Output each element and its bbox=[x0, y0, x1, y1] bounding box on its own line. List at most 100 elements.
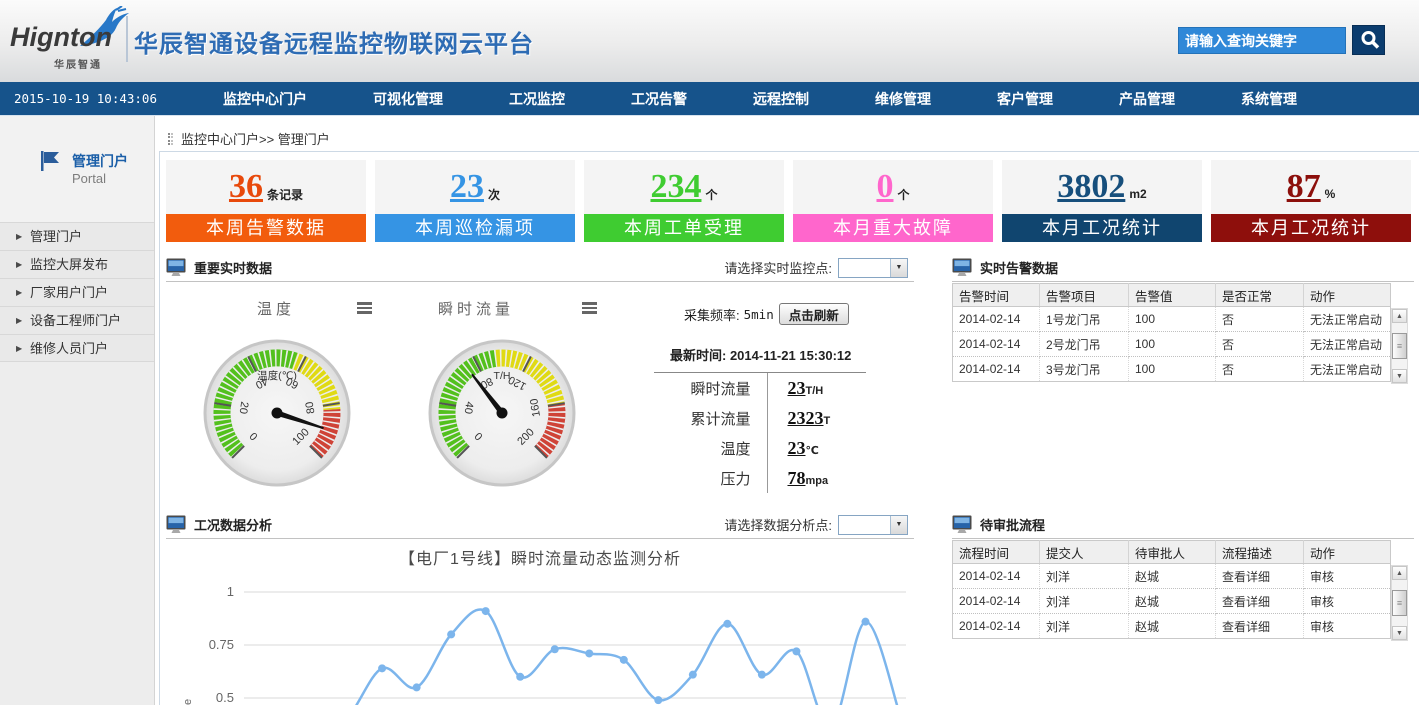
stat-label-banner[interactable]: 本周告警数据 bbox=[166, 214, 366, 242]
action-link[interactable]: 审核 bbox=[1304, 614, 1391, 639]
portal-title: 管理门户 bbox=[72, 151, 128, 171]
search-button[interactable] bbox=[1352, 25, 1385, 55]
sidebar-item-5[interactable]: ▶维修人员门户 bbox=[0, 334, 154, 362]
sidebar-item-4[interactable]: ▶设备工程师门户 bbox=[0, 306, 154, 334]
svg-text:0.75: 0.75 bbox=[209, 637, 234, 652]
sidebar-portal-header: 管理门户 Portal bbox=[0, 116, 154, 222]
stat-value-area: 234个 bbox=[584, 160, 784, 214]
table-cell: 2014-02-14 bbox=[953, 332, 1040, 357]
logo: Hignton 华辰智通 bbox=[10, 6, 125, 76]
flow-line-chart: 10.750.5value bbox=[166, 568, 914, 705]
scroll-up-icon[interactable]: ▲ bbox=[1392, 309, 1407, 323]
stat-unit: % bbox=[1325, 187, 1336, 201]
table-cell: 2014-02-14 bbox=[953, 614, 1040, 639]
action-link[interactable]: 查看详细 bbox=[1216, 589, 1304, 614]
reading-value: 78mpa bbox=[767, 463, 877, 493]
reading-row: 瞬时流量23T/H bbox=[654, 373, 877, 403]
approval-scrollbar[interactable]: ▲ ≡ ▼ bbox=[1391, 565, 1408, 641]
scroll-down-icon[interactable]: ▼ bbox=[1392, 626, 1407, 640]
nav-item-7[interactable]: 客户管理 bbox=[987, 89, 1063, 109]
scroll-thumb[interactable]: ≡ bbox=[1392, 333, 1407, 359]
nav-item-2[interactable]: 可视化管理 bbox=[363, 89, 453, 109]
sidebar-item-1[interactable]: ▶管理门户 bbox=[0, 222, 154, 250]
table-cell: 刘洋 bbox=[1040, 589, 1129, 614]
stat-unit: m2 bbox=[1129, 187, 1146, 201]
frequency-label: 采集频率: bbox=[684, 305, 740, 324]
table-cell: 100 bbox=[1129, 307, 1216, 332]
sidebar-item-2[interactable]: ▶监控大屏发布 bbox=[0, 250, 154, 278]
nav-timestamp: 2015-10-19 10:43:06 bbox=[14, 82, 157, 116]
stat-label-banner[interactable]: 本周巡检漏项 bbox=[375, 214, 575, 242]
nav-item-9[interactable]: 系统管理 bbox=[1231, 89, 1307, 109]
sidebar-item-label: 维修人员门户 bbox=[30, 341, 108, 356]
nav-item-3[interactable]: 工况监控 bbox=[499, 89, 575, 109]
column-header: 告警时间 bbox=[953, 284, 1040, 307]
stat-label-banner[interactable]: 本周工单受理 bbox=[584, 214, 784, 242]
alarm-scrollbar[interactable]: ▲ ≡ ▼ bbox=[1391, 308, 1408, 384]
analysis-point-select[interactable]: ▼ bbox=[838, 515, 908, 535]
caret-right-icon: ▶ bbox=[16, 307, 22, 334]
approval-table: 流程时间提交人待审批人流程描述动作2014-02-14刘洋赵城查看详细审核201… bbox=[952, 540, 1391, 639]
monitor-point-select[interactable]: ▼ bbox=[838, 258, 908, 278]
stat-value[interactable]: 23 bbox=[450, 170, 484, 204]
sidebar-item-3[interactable]: ▶厂家用户门户 bbox=[0, 278, 154, 306]
column-header: 告警值 bbox=[1129, 284, 1216, 307]
table-cell: 赵城 bbox=[1129, 564, 1216, 589]
realtime-readings-panel: 采集频率: 5min 点击刷新 最新时间: 2014-11-21 15:30:1… bbox=[652, 303, 914, 493]
nav-item-1[interactable]: 监控中心门户 bbox=[213, 89, 317, 109]
panel-top-border bbox=[159, 151, 1419, 152]
stat-value[interactable]: 87 bbox=[1287, 170, 1321, 204]
column-header: 待审批人 bbox=[1129, 541, 1216, 564]
analysis-point-label: 请选择数据分析点: bbox=[724, 515, 832, 534]
table-cell: 赵城 bbox=[1129, 589, 1216, 614]
stat-label-banner[interactable]: 本月工况统计 bbox=[1002, 214, 1202, 242]
stat-label-banner[interactable]: 本月工况统计 bbox=[1211, 214, 1411, 242]
stat-unit: 个 bbox=[897, 186, 909, 203]
scroll-thumb[interactable]: ≡ bbox=[1392, 590, 1407, 616]
scroll-down-icon[interactable]: ▼ bbox=[1392, 369, 1407, 383]
monitor-point-label: 请选择实时监控点: bbox=[724, 258, 832, 277]
stat-value[interactable]: 3802 bbox=[1057, 170, 1125, 204]
analysis-section-title: 工况数据分析 bbox=[194, 515, 272, 534]
table-cell: 2014-02-14 bbox=[953, 564, 1040, 589]
scroll-up-icon[interactable]: ▲ bbox=[1392, 566, 1407, 580]
svg-text:0.5: 0.5 bbox=[216, 690, 234, 705]
flag-icon bbox=[38, 149, 62, 173]
monitor-icon bbox=[166, 515, 186, 534]
stat-card-6: 87% 本月工况统计 bbox=[1211, 160, 1411, 242]
action-link[interactable]: 查看详细 bbox=[1216, 614, 1304, 639]
gauge-temp-menu-icon[interactable] bbox=[357, 302, 372, 316]
column-header: 提交人 bbox=[1040, 541, 1129, 564]
main-nav: 2015-10-19 10:43:06 监控中心门户 可视化管理 工况监控 工况告警 远… bbox=[0, 82, 1419, 116]
stat-value[interactable]: 234 bbox=[650, 170, 701, 204]
approval-section-title: 待审批流程 bbox=[980, 515, 1045, 534]
stat-unit: 条记录 bbox=[267, 186, 303, 203]
nav-item-6[interactable]: 维修管理 bbox=[865, 89, 941, 109]
nav-item-8[interactable]: 产品管理 bbox=[1109, 89, 1185, 109]
realtime-section-title: 重要实时数据 bbox=[194, 258, 272, 277]
stat-label-banner[interactable]: 本月重大故障 bbox=[793, 214, 993, 242]
search-input[interactable] bbox=[1178, 27, 1346, 54]
realtime-section-header: 重要实时数据 请选择实时监控点: ▼ bbox=[166, 254, 914, 282]
gauge-flow-menu-icon[interactable] bbox=[582, 302, 597, 316]
flow-gauge: 04080120160200T/H bbox=[427, 336, 577, 490]
nav-item-5[interactable]: 远程控制 bbox=[743, 89, 819, 109]
stat-value[interactable]: 0 bbox=[876, 170, 893, 204]
chevron-down-icon[interactable]: ▼ bbox=[890, 259, 907, 277]
reading-value: 23T/H bbox=[767, 373, 877, 403]
column-header: 是否正常 bbox=[1216, 284, 1304, 307]
stat-value[interactable]: 36 bbox=[229, 170, 263, 204]
column-header: 动作 bbox=[1304, 284, 1391, 307]
chevron-down-icon[interactable]: ▼ bbox=[890, 516, 907, 534]
table-row: 2014-02-141号龙门吊100否无法正常启动 bbox=[953, 307, 1391, 332]
page-title: 华辰智通设备远程监控物联网云平台 bbox=[134, 24, 534, 59]
action-link[interactable]: 审核 bbox=[1304, 589, 1391, 614]
action-link[interactable]: 审核 bbox=[1304, 564, 1391, 589]
sidebar-menu: ▶管理门户▶监控大屏发布▶厂家用户门户▶设备工程师门户▶维修人员门户 bbox=[0, 222, 154, 362]
table-cell: 100 bbox=[1129, 332, 1216, 357]
action-link[interactable]: 查看详细 bbox=[1216, 564, 1304, 589]
reading-label: 累计流量 bbox=[654, 403, 767, 433]
nav-item-4[interactable]: 工况告警 bbox=[621, 89, 697, 109]
refresh-button[interactable]: 点击刷新 bbox=[779, 303, 849, 325]
table-cell: 无法正常启动 bbox=[1304, 357, 1391, 382]
